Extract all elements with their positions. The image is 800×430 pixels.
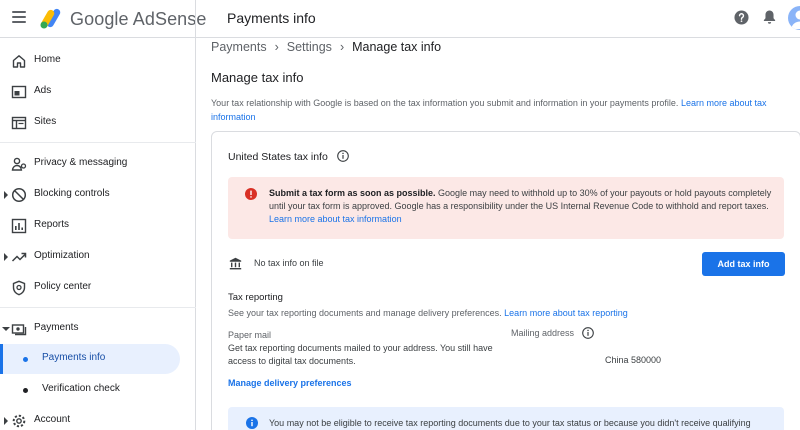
info-icon [246, 417, 258, 429]
breadcrumb-item-payments[interactable]: Payments [211, 40, 267, 54]
sidebar: Home Ads Sites Privacy & messaging Block… [0, 38, 196, 430]
sidebar-item-label: Payments info [42, 352, 106, 363]
sidebar-item-account[interactable]: Account [0, 406, 196, 430]
caret-right-icon [4, 253, 8, 261]
sidebar-item-label: Policy center [34, 281, 92, 292]
mailing-address-title: Mailing address [511, 328, 575, 338]
block-icon [11, 187, 27, 203]
bullet-icon [23, 388, 28, 393]
sidebar-item-label: Ads [34, 85, 52, 96]
alert-bold-text: Submit a tax form as soon as possible. [269, 188, 436, 198]
caret-right-icon [4, 191, 8, 199]
sidebar-item-verification-check[interactable]: Verification check [0, 375, 196, 405]
adsense-logo[interactable] [40, 7, 64, 29]
alert-learn-more-link[interactable]: Learn more about tax information [269, 214, 402, 224]
active-indicator [0, 344, 3, 374]
card-title: United States tax info [228, 151, 328, 163]
breadcrumb-item-current: Manage tax info [352, 40, 442, 54]
tax-reporting-body: See your tax reporting documents and man… [228, 308, 505, 318]
chevron-right-icon: › [339, 40, 345, 54]
caret-right-icon [4, 417, 8, 425]
sidebar-divider [0, 307, 196, 308]
caret-down-icon [2, 327, 10, 331]
error-icon [245, 188, 257, 200]
sidebar-item-payments[interactable]: Payments [0, 314, 196, 344]
tax-reporting-description: See your tax reporting documents and man… [228, 308, 628, 318]
sidebar-item-label: Reports [34, 219, 70, 230]
sidebar-item-label: Payments [34, 322, 79, 333]
mailing-address-value: China 580000 [605, 355, 662, 365]
main-content: Payments › Settings › Manage tax info Manage… [197, 38, 800, 430]
breadcrumb: Payments › Settings › Manage tax info [211, 40, 441, 54]
header-divider [195, 0, 196, 38]
sidebar-item-label: Home [34, 54, 61, 65]
help-icon[interactable] [734, 10, 749, 25]
menu-icon[interactable] [12, 11, 26, 25]
sidebar-item-home[interactable]: Home [0, 46, 196, 76]
intro-text: Your tax relationship with Google is bas… [211, 96, 796, 124]
alert-message: Submit a tax form as soon as possible. G… [269, 187, 774, 226]
optimization-icon [11, 252, 27, 262]
bullet-icon [23, 357, 28, 362]
sidebar-item-ads[interactable]: Ads [0, 77, 196, 107]
policy-icon [12, 280, 26, 296]
manage-delivery-preferences-link[interactable]: Manage delivery preferences [228, 378, 352, 388]
no-tax-info-text: No tax info on file [254, 258, 324, 268]
paper-mail-title: Paper mail [228, 330, 272, 340]
sidebar-item-label: Sites [34, 116, 57, 127]
payments-icon [11, 324, 27, 336]
reports-icon [11, 218, 27, 234]
sidebar-item-sites[interactable]: Sites [0, 108, 196, 138]
info-icon[interactable] [337, 150, 349, 162]
paper-mail-description: Get tax reporting documents mailed to yo… [228, 343, 493, 366]
top-app-bar: Google AdSense Payments info [0, 0, 800, 38]
privacy-icon [11, 157, 27, 171]
sidebar-item-label: Account [34, 414, 71, 425]
sidebar-item-label: Privacy & messaging [34, 157, 128, 168]
sidebar-item-payments-info[interactable]: Payments info [0, 344, 180, 374]
avatar[interactable] [788, 6, 800, 30]
tax-form-alert: Submit a tax form as soon as possible. G… [228, 177, 784, 239]
sidebar-item-label: Blocking controls [34, 188, 110, 199]
sidebar-divider [0, 142, 196, 143]
tax-docs-info-banner: You may not be eligible to receive tax r… [228, 407, 784, 430]
learn-more-tax-reporting-link[interactable]: Learn more about tax reporting [504, 308, 628, 318]
home-icon [12, 55, 26, 68]
sidebar-item-label: Verification check [42, 383, 120, 394]
info-icon[interactable] [582, 327, 594, 339]
brand-name: Google AdSense [70, 9, 207, 29]
sidebar-item-optimization[interactable]: Optimization [0, 242, 196, 272]
chevron-right-icon: › [274, 40, 279, 54]
us-tax-info-card: United States tax info Submit a tax form… [211, 131, 800, 430]
info-banner-text: You may not be eligible to receive tax r… [269, 418, 751, 428]
gear-icon [12, 414, 26, 428]
sidebar-item-label: Optimization [34, 250, 90, 261]
intro-body: Your tax relationship with Google is bas… [211, 98, 681, 108]
sidebar-item-privacy[interactable]: Privacy & messaging [0, 149, 196, 179]
page-title: Payments info [227, 10, 316, 26]
bank-icon [229, 257, 242, 270]
sidebar-item-reports[interactable]: Reports [0, 211, 196, 241]
sites-icon [11, 116, 27, 130]
ads-icon [11, 85, 27, 99]
breadcrumb-item-settings[interactable]: Settings [287, 40, 332, 54]
sidebar-item-policy-center[interactable]: Policy center [0, 273, 196, 303]
section-heading: Manage tax info [211, 70, 304, 85]
add-tax-info-button[interactable]: Add tax info [702, 252, 785, 276]
sidebar-item-blocking-controls[interactable]: Blocking controls [0, 180, 196, 210]
tax-reporting-title: Tax reporting [228, 292, 283, 303]
bell-icon[interactable] [762, 9, 777, 25]
